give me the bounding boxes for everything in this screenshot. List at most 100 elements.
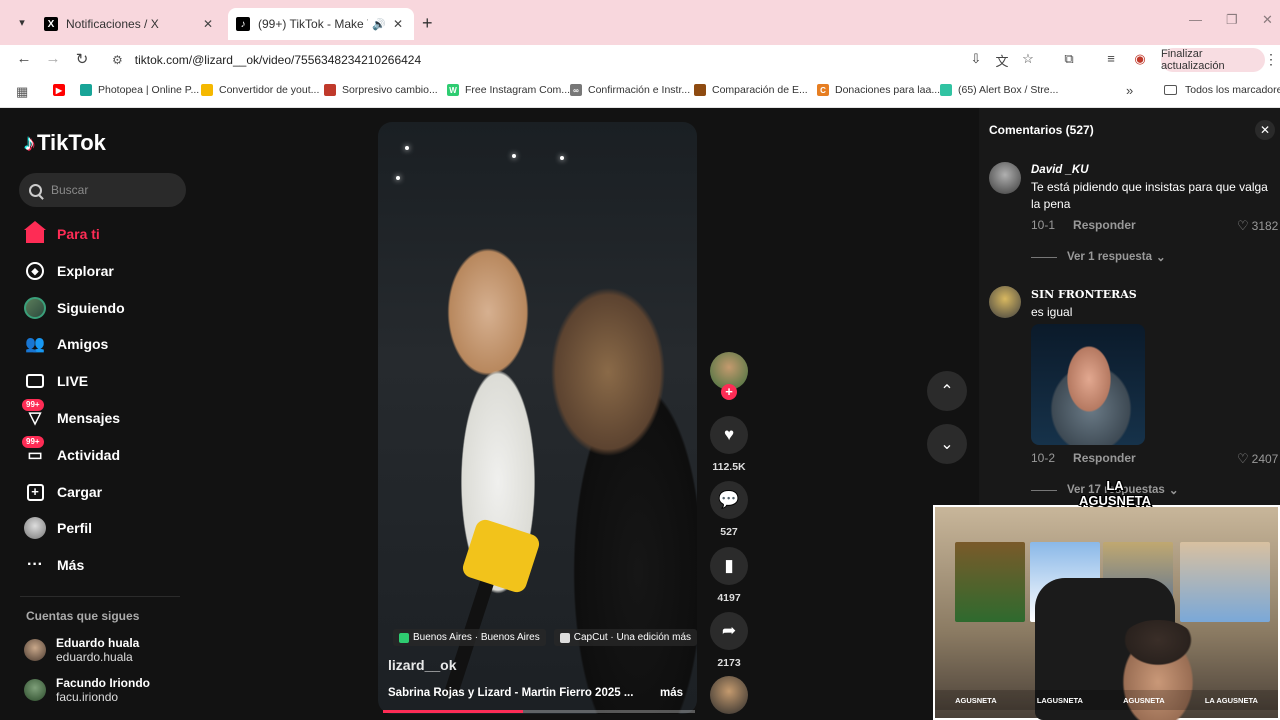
finish-update-button[interactable]: Finalizar actualización (1161, 48, 1265, 72)
nav-mas[interactable]: ··· Más (24, 553, 84, 577)
nav-label: Actividad (57, 447, 121, 463)
video-progress-bar[interactable] (383, 710, 695, 713)
stage-light (560, 156, 564, 160)
nav-cargar[interactable]: + Cargar (24, 480, 102, 504)
media-control-icon[interactable]: ≡ (1102, 51, 1120, 66)
stream-logo: LA AGUSNETA (1079, 478, 1151, 508)
restore-icon[interactable]: ❐ (1226, 12, 1238, 28)
close-icon[interactable]: ✕ (1255, 120, 1275, 140)
tab-close-icon[interactable]: ✕ (390, 17, 406, 31)
address-text: tiktok.com/@lizard__ok/video/75563482342… (134, 53, 422, 67)
reply-button[interactable]: Responder (1073, 218, 1136, 232)
avatar[interactable] (989, 286, 1021, 318)
video-author[interactable]: lizard__ok (388, 657, 456, 673)
comment-user[interactable]: SIN FRONTERAS (1031, 288, 1137, 301)
bookmark-sorpresivo[interactable]: Sorpresivo cambio... (324, 84, 438, 96)
speaker-icon[interactable]: 🔊 (372, 18, 386, 31)
following-account[interactable]: Eduardo huala eduardo.huala (24, 636, 139, 664)
bookmark-confirmacion[interactable]: ∞ Confirmación e Instr... (570, 84, 690, 96)
nav-actividad[interactable]: ▭ 99+ Actividad (22, 436, 121, 467)
following-title: Cuentas que sigues (26, 609, 140, 623)
bookmark-alert-box[interactable]: (65) Alert Box / Stre... (940, 84, 1058, 96)
kick-handle: AGUSNETA (1123, 695, 1165, 705)
share-button[interactable]: ➦ (710, 612, 748, 650)
nav-label: Amigos (57, 336, 109, 352)
more-bookmarks-icon[interactable]: » (1126, 83, 1133, 98)
location-tag[interactable]: Buenos Aires · Buenos Aires (393, 629, 546, 646)
comment-like[interactable]: ♡ 2407 (1237, 451, 1278, 467)
nav-perfil[interactable]: Perfil (24, 516, 92, 540)
address-bar[interactable]: ⚙ tiktok.com/@lizard__ok/video/755634823… (102, 47, 952, 73)
reply-button[interactable]: Responder (1073, 451, 1136, 465)
install-app-icon[interactable]: ⇩ (967, 51, 985, 67)
browser-menu-icon[interactable]: ⋮ (1264, 51, 1278, 68)
translate-icon[interactable]: 文 (993, 51, 1011, 70)
tab-tiktok[interactable]: ♪ (99+) TikTok - Make Your Day 🔊 ✕ (228, 8, 414, 40)
bookmark-label: Comparación de E... (712, 84, 808, 96)
nav-amigos[interactable]: 👥 Amigos (24, 332, 108, 356)
nav-siguiendo[interactable]: Siguiendo (24, 296, 125, 320)
capcut-tag[interactable]: CapCut · Una edición más (553, 629, 698, 646)
save-button[interactable]: ▮ (710, 547, 748, 585)
nav-live[interactable]: LIVE (24, 369, 88, 393)
next-video-button[interactable]: ⌄ (927, 424, 967, 464)
bookmark-star-icon[interactable]: ☆ (1019, 51, 1037, 67)
new-tab-button[interactable]: + (422, 13, 433, 34)
account-name: Eduardo huala (56, 636, 140, 650)
browser-toolbar: ← → ↻ ⚙ tiktok.com/@lizard__ok/video/755… (0, 45, 1280, 75)
search-icon (29, 183, 42, 197)
nav-para-ti[interactable]: Para ti (24, 221, 100, 246)
nav-explorar[interactable]: ◆ Explorar (24, 259, 114, 283)
youtube-handle: LA AGUSNETA (1204, 695, 1258, 705)
bookmark-convertidor[interactable]: Convertidor de yout... (201, 84, 319, 96)
activity-badge: 99+ (22, 436, 44, 448)
profile-icon[interactable]: ◉ (1131, 51, 1149, 67)
extensions-icon[interactable]: ⧉ (1060, 51, 1078, 67)
bookmark-comparacion[interactable]: Comparación de E... (694, 84, 808, 96)
tab-search-button[interactable]: ▾ (12, 13, 32, 33)
bookmark-photopea[interactable]: Photopea | Online P... (80, 84, 199, 96)
nav-mensajes[interactable]: ▽ 99+ Mensajes (22, 399, 120, 430)
forward-icon[interactable]: → (43, 50, 63, 67)
bookmarks-bar: ▦ ▶ Photopea | Online P... Convertidor d… (0, 75, 1280, 108)
search-bar[interactable] (19, 173, 186, 207)
messages-icon: ▽ 99+ (22, 399, 46, 429)
avatar[interactable] (989, 162, 1021, 194)
back-icon[interactable]: ← (14, 50, 34, 67)
video-tags: Buenos Aires · Buenos Aires CapCut · Una… (393, 629, 698, 646)
all-bookmarks-button[interactable]: Todos los marcadores (1164, 84, 1280, 96)
close-window-icon[interactable]: ✕ (1262, 12, 1273, 28)
comment-date: 10-2 (1031, 451, 1056, 465)
bookmark-label: Convertidor de yout... (219, 84, 320, 96)
bookmark-free-instagram[interactable]: W Free Instagram Com... (447, 84, 570, 96)
comment-image[interactable] (1031, 324, 1145, 445)
apps-grid-icon[interactable]: ▦ (16, 84, 28, 100)
youtube-icon: ▶ (53, 84, 65, 96)
like-button[interactable]: ♥ (710, 416, 748, 454)
more-link[interactable]: más (660, 687, 683, 699)
tag-label: CapCut · Una edición más (573, 632, 692, 643)
video-player[interactable] (378, 122, 697, 714)
comment-button[interactable]: 💬 (710, 481, 748, 519)
bookmark-youtube[interactable]: ▶ (53, 84, 71, 96)
follow-plus-icon[interactable]: + (721, 384, 737, 400)
friends-icon: 👥 (25, 336, 45, 353)
previous-video-button[interactable]: ⌃ (927, 371, 967, 411)
tab-close-icon[interactable]: ✕ (200, 17, 216, 31)
site-info-icon[interactable]: ⚙ (112, 53, 123, 67)
chevron-down-icon: ⌄ (940, 436, 954, 453)
tiktok-logo[interactable]: ♪ TikTok (24, 130, 106, 156)
music-disc[interactable] (710, 676, 748, 714)
view-replies-button[interactable]: Ver 1 respuesta ⌄ (1031, 250, 1166, 264)
reload-icon[interactable]: ↻ (72, 50, 92, 68)
search-input[interactable] (51, 183, 171, 197)
minimize-icon[interactable]: — (1189, 12, 1202, 27)
comment-text: Te está pidiendo que insistas para que v… (1031, 180, 1268, 211)
following-account[interactable]: Facundo Iriondo facu.iriondo (24, 676, 150, 704)
bookmark-donaciones[interactable]: C Donaciones para laa... (817, 84, 940, 96)
chevron-down-icon: ⌄ (1156, 252, 1166, 264)
bookmark-label: Photopea | Online P... (98, 84, 200, 96)
comment-user[interactable]: David _KU (1031, 164, 1089, 176)
tab-notificaciones-x[interactable]: X Notificaciones / X ✕ (36, 8, 224, 40)
comment-like[interactable]: ♡ 3182 (1237, 218, 1278, 234)
